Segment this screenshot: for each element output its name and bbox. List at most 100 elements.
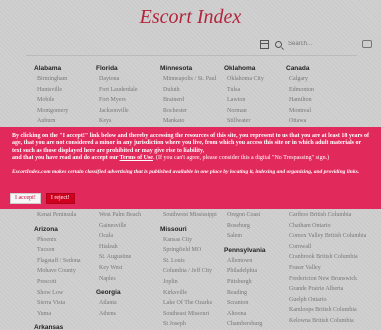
state-heading[interactable]: Missouri xyxy=(160,225,222,235)
search-input[interactable] xyxy=(288,38,338,50)
city-link[interactable]: Allentown xyxy=(224,256,286,267)
city-link[interactable]: Grande Prairie Alberta xyxy=(286,284,378,295)
city-link[interactable]: Philadelphia xyxy=(224,266,286,277)
city-link[interactable]: Chatham Ontario xyxy=(286,221,378,232)
city-link[interactable]: St. Louis xyxy=(160,256,222,267)
city-link[interactable]: Oklahoma City xyxy=(224,74,286,85)
state-heading[interactable]: Georgia xyxy=(96,288,158,298)
chat-icon[interactable] xyxy=(362,40,372,48)
city-link[interactable]: Southeast Missouri xyxy=(160,309,222,320)
city-link[interactable]: West Palm Beach xyxy=(96,210,158,221)
city-link[interactable]: Minneapolis / St. Paul xyxy=(160,74,222,85)
city-link[interactable]: Altoona xyxy=(224,309,286,320)
city-link[interactable]: Edmonton xyxy=(286,85,378,96)
directory-column: Oregon Coast Roseburg Salem Pennsylvania All… xyxy=(224,210,286,330)
city-link[interactable]: Show Low xyxy=(34,288,96,299)
directory-column: Florida Daytona Fort Lauderdale Fort Myers J… xyxy=(96,64,158,127)
reject-button[interactable]: I reject! xyxy=(45,193,75,204)
city-link[interactable]: Southwest Mississippi xyxy=(160,210,222,221)
city-link[interactable]: Lake Of The Ozarks xyxy=(160,298,222,309)
city-link[interactable]: Kirksville xyxy=(160,288,222,299)
city-link[interactable]: Daytona xyxy=(96,74,158,85)
city-link[interactable]: Auburn xyxy=(34,116,96,127)
state-heading[interactable]: Arizona xyxy=(34,225,96,235)
city-link[interactable]: Stillwater xyxy=(224,116,286,127)
city-link[interactable]: Birmingham xyxy=(34,74,96,85)
accept-button[interactable]: I accept! xyxy=(10,193,41,204)
city-link[interactable]: Guelph Ontario xyxy=(286,295,378,306)
consent-message: By clicking on the "I accept!" link belo… xyxy=(12,133,369,163)
state-heading[interactable]: Arkansas xyxy=(34,323,96,330)
city-link[interactable]: Jacksonville xyxy=(96,106,158,117)
city-link[interactable]: St. Augustine xyxy=(96,252,158,263)
consent-text-1: By clicking on the "I accept!" link belo… xyxy=(12,133,369,154)
city-link[interactable]: Fraser Valley xyxy=(286,263,378,274)
city-link[interactable]: Kelowna British Columbia xyxy=(286,316,378,327)
city-link[interactable]: Kansas City xyxy=(160,235,222,246)
city-link[interactable]: Lawton xyxy=(224,95,286,106)
city-link[interactable]: Ocala xyxy=(96,231,158,242)
city-link[interactable]: Fredericton New Brunswick xyxy=(286,274,378,285)
city-link[interactable]: Atlanta xyxy=(96,298,158,309)
city-link[interactable]: Roseburg xyxy=(224,221,286,232)
city-link[interactable]: Brainerd xyxy=(160,95,222,106)
state-heading[interactable]: Florida xyxy=(96,64,158,74)
state-heading[interactable]: Minnesota xyxy=(160,64,222,74)
city-link[interactable]: Mohave County xyxy=(34,266,96,277)
state-heading[interactable]: Pennsylvania xyxy=(224,246,286,256)
city-link[interactable]: Norman xyxy=(224,106,286,117)
city-link[interactable]: Joplin xyxy=(160,277,222,288)
city-link[interactable]: Columbia / Jeff City xyxy=(160,266,222,277)
city-link[interactable]: Reading xyxy=(224,288,286,299)
city-link[interactable]: Oregon Coast xyxy=(224,210,286,221)
city-link[interactable]: Duluth xyxy=(160,85,222,96)
city-link[interactable]: Montreal xyxy=(286,106,378,117)
city-link[interactable]: Fort Myers xyxy=(96,95,158,106)
city-link[interactable]: Cranbrook British Columbia xyxy=(286,252,378,263)
city-link[interactable]: Tulsa xyxy=(224,85,286,96)
city-link[interactable]: Springfield MO xyxy=(160,245,222,256)
city-link[interactable]: Hamilton xyxy=(286,95,378,106)
state-heading[interactable]: Oklahoma xyxy=(224,64,286,74)
city-link[interactable]: Hialeah xyxy=(96,242,158,253)
city-link[interactable]: Rochester xyxy=(160,106,222,117)
city-link[interactable]: Montgomery xyxy=(34,106,96,117)
header-divider xyxy=(26,55,357,56)
city-link[interactable]: Ottawa xyxy=(286,116,378,127)
state-heading[interactable]: Canada xyxy=(286,64,378,74)
city-link[interactable]: Kamloops British Columbia xyxy=(286,305,378,316)
terms-of-use-link[interactable]: Terms of Use xyxy=(120,155,153,161)
city-link[interactable]: Comox Valley British Columbia xyxy=(286,231,378,242)
city-link[interactable]: Cornwall xyxy=(286,242,378,253)
site-title[interactable]: Escort Index xyxy=(0,6,381,29)
city-link[interactable]: Huntsville xyxy=(34,85,96,96)
city-link[interactable]: Phoenix xyxy=(34,235,96,246)
city-link[interactable]: Sierra Vista xyxy=(34,298,96,309)
state-heading[interactable]: Alabama xyxy=(34,64,96,74)
city-link[interactable]: Athens xyxy=(96,309,158,320)
city-link[interactable]: Mobile xyxy=(34,95,96,106)
city-link[interactable]: Kenai Peninsula xyxy=(34,210,96,221)
calendar-icon[interactable] xyxy=(260,39,269,49)
city-link[interactable]: Gainesville xyxy=(96,221,158,232)
city-link[interactable]: Chambersburg xyxy=(224,319,286,330)
city-link[interactable]: Salem xyxy=(224,231,286,242)
city-link[interactable]: Pittsburgh xyxy=(224,277,286,288)
city-link[interactable]: Prescott xyxy=(34,277,96,288)
directory-column: Oklahoma Oklahoma City Tulsa Lawton Norman St… xyxy=(224,64,286,127)
consent-note: EscortIndex.com makes certain classified… xyxy=(12,168,360,175)
city-link[interactable]: Cariboo British Columbia xyxy=(286,210,378,221)
city-link[interactable]: Yuma xyxy=(34,309,96,320)
city-link[interactable]: Naples xyxy=(96,274,158,285)
city-link[interactable]: Keys xyxy=(96,116,158,127)
city-link[interactable]: Tucson xyxy=(34,245,96,256)
city-link[interactable]: Scranton xyxy=(224,298,286,309)
city-link[interactable]: Calgary xyxy=(286,74,378,85)
city-link[interactable]: Flagstaff / Sedona xyxy=(34,256,96,267)
city-link[interactable]: Fort Lauderdale xyxy=(96,85,158,96)
search-icon[interactable] xyxy=(275,40,282,48)
city-link[interactable]: Mankato xyxy=(160,116,222,127)
directory-column: Cariboo British Columbia Chatham Ontario C… xyxy=(286,210,378,327)
city-link[interactable]: St Joseph xyxy=(160,319,222,330)
city-link[interactable]: Key West xyxy=(96,263,158,274)
